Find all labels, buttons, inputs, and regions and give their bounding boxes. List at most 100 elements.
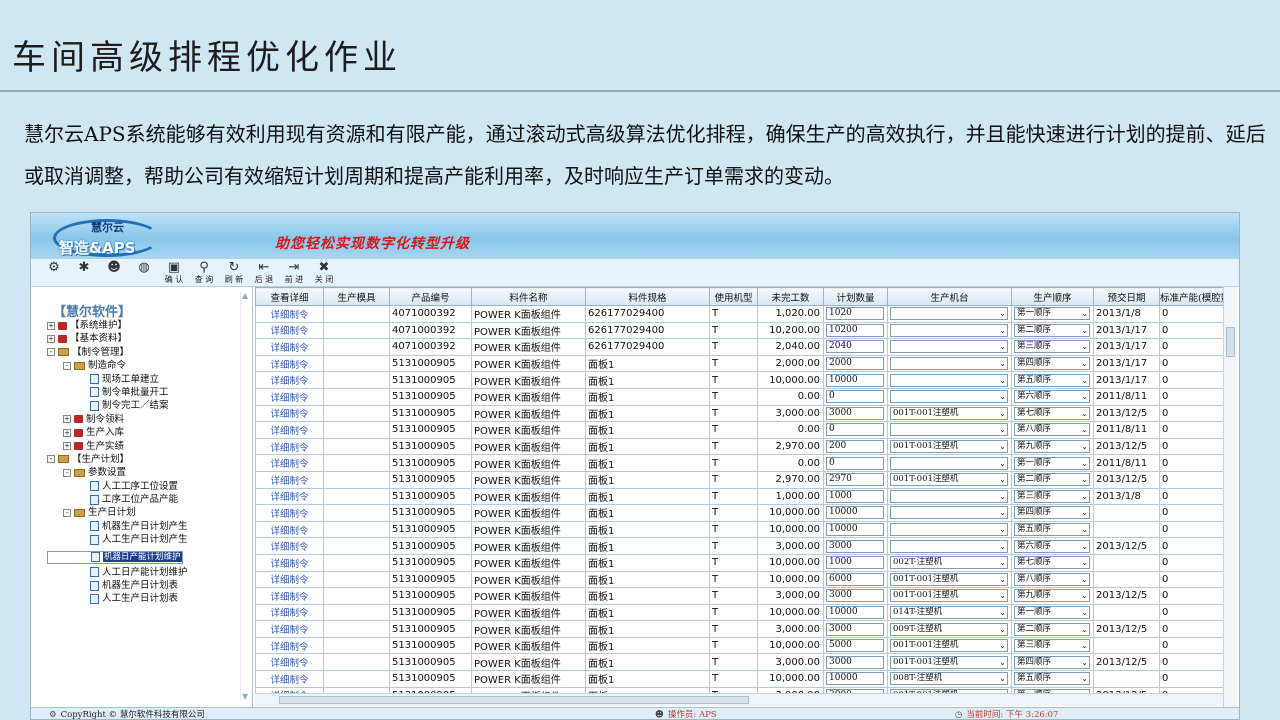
- chevron-down-icon[interactable]: ⌄: [999, 607, 1006, 618]
- chevron-down-icon[interactable]: ⌄: [999, 507, 1006, 518]
- plan-qty-input[interactable]: 10000: [826, 605, 884, 619]
- chevron-down-icon[interactable]: ⌄: [999, 458, 1006, 469]
- detail-link[interactable]: 详细制令: [255, 454, 324, 472]
- chevron-down-icon[interactable]: ⌄: [1081, 574, 1088, 585]
- expand-icon[interactable]: +: [47, 334, 55, 343]
- plan-qty-input[interactable]: 10000: [826, 672, 884, 686]
- expand-icon[interactable]: +: [47, 321, 55, 330]
- machine-select[interactable]: 001T-001注塑机 ⌄: [890, 589, 1008, 603]
- tree-item[interactable]: 机器生产日计划表: [47, 579, 247, 592]
- table-row[interactable]: 详细制令 5131000905POWER K面板组件面板1T3,000.00300…: [255, 620, 1232, 638]
- sequence-select[interactable]: 第一顺序 ⌄: [1014, 605, 1090, 619]
- table-row[interactable]: 详细制令 5131000905 POWER K面板组件 面板1 T 10,000.00 10…: [255, 553, 1232, 572]
- table-row[interactable]: 详细制令 5131000905 POWER K面板组件 面板1 T 10,000.00 50…: [255, 636, 1232, 655]
- sequence-select[interactable]: 第六顺序 ⌄: [1014, 390, 1090, 404]
- chevron-down-icon[interactable]: ⌄: [1081, 325, 1088, 336]
- chevron-down-icon[interactable]: ⌄: [999, 325, 1006, 336]
- collapse-icon[interactable]: -: [63, 468, 71, 477]
- column-header[interactable]: 生产顺序: [1011, 287, 1094, 306]
- grid-horizontal-scrollbar[interactable]: [255, 693, 1223, 706]
- expand-icon[interactable]: +: [63, 428, 71, 437]
- grid-vertical-scrollbar[interactable]: [1223, 287, 1237, 707]
- chevron-down-icon[interactable]: ⌄: [999, 375, 1006, 386]
- tree-item[interactable]: + 【基本资料】: [47, 332, 247, 345]
- toolbar-button-refresh[interactable]: ↻ 刷 新: [219, 261, 249, 285]
- sequence-select[interactable]: 第三顺序 ⌄: [1014, 639, 1090, 653]
- machine-select[interactable]: ⌄: [890, 390, 1008, 404]
- machine-select[interactable]: ⌄: [890, 423, 1008, 437]
- tree-item[interactable]: + 生产实绩: [47, 440, 247, 453]
- table-row[interactable]: 详细制令 5131000905 POWER K面板组件 面板1 T 10,000.00 10…: [255, 371, 1232, 389]
- sequence-select[interactable]: 第九顺序 ⌄: [1014, 589, 1090, 603]
- chevron-down-icon[interactable]: ⌄: [1081, 458, 1088, 469]
- table-row[interactable]: 详细制令 4071000392 POWER K面板组件 626177029400 T 10…: [255, 321, 1232, 340]
- table-row[interactable]: 详细制令 4071000392 POWER K面板组件 626177029400 T 2,…: [255, 338, 1232, 356]
- tree-item[interactable]: 制令单批量开工: [47, 386, 247, 399]
- sequence-select[interactable]: 第七顺序 ⌄: [1014, 406, 1090, 420]
- table-row[interactable]: 详细制令 5131000905 POWER K面板组件 面板1 T 0.00 0 ⌄ 第八顺序 ⌄…: [255, 421, 1232, 439]
- tree-item[interactable]: 人工日产能计划维护: [47, 566, 247, 579]
- collapse-icon[interactable]: -: [47, 348, 55, 357]
- machine-select[interactable]: 001T-001注塑机 ⌄: [890, 473, 1008, 487]
- detail-link[interactable]: 详细制令: [255, 487, 324, 506]
- sequence-select[interactable]: 第八顺序 ⌄: [1014, 572, 1090, 586]
- sequence-select[interactable]: 第四顺序 ⌄: [1014, 506, 1090, 520]
- chevron-down-icon[interactable]: ⌄: [999, 574, 1006, 585]
- machine-select[interactable]: ⌄: [890, 373, 1008, 387]
- sidebar-scrollbar[interactable]: ▲ ▼: [240, 291, 250, 701]
- table-row[interactable]: 详细制令 5131000905 POWER K面板组件 面板1 T 2,000.00 200…: [255, 354, 1232, 373]
- collapse-icon[interactable]: -: [47, 455, 55, 464]
- chevron-down-icon[interactable]: ⌄: [999, 657, 1006, 668]
- detail-link[interactable]: 详细制令: [255, 553, 324, 572]
- machine-select[interactable]: ⌄: [890, 456, 1008, 470]
- tree-item[interactable]: 人工工序工位设置: [47, 480, 247, 493]
- detail-link[interactable]: 详细制令: [255, 470, 324, 489]
- chevron-down-icon[interactable]: ⌄: [1081, 557, 1088, 568]
- chevron-down-icon[interactable]: ⌄: [1081, 507, 1088, 518]
- chevron-down-icon[interactable]: ⌄: [1081, 673, 1088, 684]
- sequence-select[interactable]: 第五顺序 ⌄: [1014, 523, 1090, 537]
- machine-select[interactable]: 001T-001注塑机 ⌄: [890, 406, 1008, 420]
- toolbar-button-forward[interactable]: ⇥ 前 进: [279, 261, 309, 285]
- chevron-down-icon[interactable]: ⌄: [999, 491, 1006, 502]
- detail-link[interactable]: 详细制令: [255, 387, 324, 406]
- sequence-select[interactable]: 第一顺序 ⌄: [1014, 456, 1090, 470]
- plan-qty-input[interactable]: 10200: [826, 323, 884, 337]
- machine-select[interactable]: ⌄: [890, 489, 1008, 503]
- tree-item[interactable]: 机器日产能计划维护: [47, 550, 183, 564]
- scroll-thumb[interactable]: [1226, 327, 1235, 357]
- sequence-select[interactable]: 第三顺序 ⌄: [1014, 489, 1090, 503]
- plan-qty-input[interactable]: 3000: [826, 589, 884, 603]
- toolbar-button-user[interactable]: ☻: [99, 261, 129, 285]
- tree-item[interactable]: + 【系统维护】: [47, 319, 247, 332]
- detail-link[interactable]: 详细制令: [255, 653, 324, 672]
- table-row[interactable]: 详细制令 5131000905 POWER K面板组件 面板1 T 2,970.00 200…: [255, 437, 1232, 456]
- table-row[interactable]: 详细制令 5131000905POWER K面板组件面板1T3,000.00300…: [255, 587, 1232, 605]
- chevron-down-icon[interactable]: ⌄: [1081, 624, 1088, 635]
- plan-qty-input[interactable]: 10000: [826, 506, 884, 520]
- expand-icon[interactable]: +: [63, 442, 71, 451]
- detail-link[interactable]: 详细制令: [255, 371, 324, 389]
- detail-link[interactable]: 详细制令: [255, 520, 324, 539]
- chevron-down-icon[interactable]: ⌄: [1081, 541, 1088, 552]
- sequence-select[interactable]: 第二顺序 ⌄: [1014, 473, 1090, 487]
- expand-icon[interactable]: +: [63, 415, 71, 424]
- chevron-down-icon[interactable]: ⌄: [999, 524, 1006, 535]
- machine-select[interactable]: 002T-注塑机 ⌄: [890, 556, 1008, 570]
- machine-select[interactable]: ⌄: [890, 539, 1008, 553]
- collapse-icon[interactable]: -: [63, 361, 71, 370]
- detail-link[interactable]: 详细制令: [255, 670, 324, 688]
- sequence-select[interactable]: 第四顺序 ⌄: [1014, 655, 1090, 669]
- plan-qty-input[interactable]: 6000: [826, 572, 884, 586]
- table-row[interactable]: 详细制令 5131000905 POWER K面板组件 面板1 T 0.00 0 ⌄ 第六顺序 ⌄…: [255, 387, 1232, 406]
- chevron-down-icon[interactable]: ⌄: [999, 391, 1006, 402]
- chevron-down-icon[interactable]: ⌄: [999, 624, 1006, 635]
- table-row[interactable]: 详细制令 5131000905 POWER K面板组件 面板1 T 10,000.00 10…: [255, 603, 1232, 622]
- tree-item[interactable]: + 制令领料: [47, 413, 247, 426]
- detail-link[interactable]: 详细制令: [255, 354, 324, 373]
- chevron-down-icon[interactable]: ⌄: [1081, 408, 1088, 419]
- plan-qty-input[interactable]: 1000: [826, 556, 884, 570]
- tree-item[interactable]: + 生产入库: [47, 426, 247, 439]
- detail-link[interactable]: 详细制令: [255, 321, 324, 340]
- table-row[interactable]: 详细制令 5131000905POWER K面板组件面板1T3,000.00300…: [255, 537, 1232, 555]
